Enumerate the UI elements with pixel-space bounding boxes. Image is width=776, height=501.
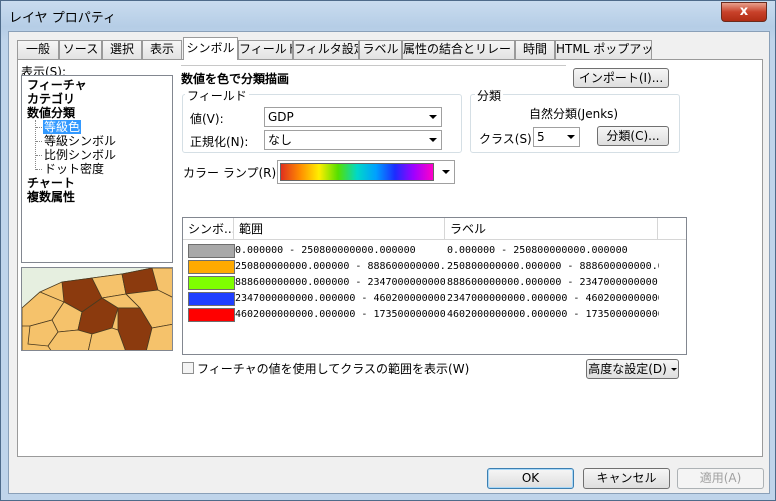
tree-connector (36, 127, 42, 128)
range-cell[interactable]: 250800000000.000000 - 888600000000.00 (235, 260, 445, 274)
class-symbol-swatch[interactable] (188, 308, 235, 322)
advanced-button[interactable]: 高度な設定(D) (586, 359, 679, 379)
table-row[interactable]: 2347000000000.000000 - 4602000000000. 234… (183, 291, 686, 307)
label-cell[interactable]: 4602000000000.000000 - 17350000000000 (447, 308, 659, 322)
dialog-client: 一般 ソース 選択 表示 シンボル フィールド フィルタ設定 ラベル 属性の結合… (8, 31, 770, 494)
value-label: 値(V): (190, 112, 224, 126)
column-header-range[interactable]: 範囲 (234, 218, 445, 240)
classify-button[interactable]: 分類(C)... (597, 126, 669, 146)
color-ramp-swatch (280, 163, 434, 181)
tab-time[interactable]: 時間 (515, 40, 555, 59)
tab-labels[interactable]: ラベル (359, 40, 402, 59)
tab-html-popup[interactable]: HTML ポップアップ (555, 40, 652, 59)
tree-item-quantities[interactable]: 数値分類 (27, 106, 75, 120)
class-symbol-swatch[interactable] (188, 260, 235, 274)
chevron-down-icon (442, 170, 450, 174)
tab-general[interactable]: 一般 (17, 40, 59, 59)
cancel-button[interactable]: キャンセル (583, 468, 670, 489)
tree-connector (36, 141, 42, 142)
normalization-field-select[interactable]: なし (264, 130, 442, 150)
table-row[interactable]: 888600000000.000000 - 2347000000000.0 888… (183, 275, 686, 291)
tree-item-graduated-colors[interactable]: 等級色 (43, 120, 82, 134)
classes-count-text: 5 (537, 130, 545, 144)
tree-connector (36, 169, 42, 170)
chevron-down-icon (567, 135, 575, 139)
classification-method: 自然分類(Jenks) (529, 107, 619, 121)
tab-definition-query[interactable]: フィルタ設定 (293, 40, 359, 59)
advanced-button-label: 高度な設定(D) (588, 362, 667, 376)
tree-item-categories[interactable]: カテゴリ (27, 92, 75, 106)
import-button[interactable]: インポート(I)... (573, 68, 669, 88)
tree-item-proportional-symbols[interactable]: 比例シンボル (44, 148, 116, 162)
label-cell[interactable]: 2347000000000.000000 - 4602000000000. (447, 292, 659, 306)
show-feature-values-label[interactable]: フィーチャの値を使用してクラスの範囲を表示(W) (197, 360, 469, 377)
range-cell[interactable]: 888600000000.000000 - 2347000000000.0 (235, 276, 445, 290)
label-cell[interactable]: 250800000000.000000 - 888600000000.00 (447, 260, 659, 274)
show-feature-values-checkbox[interactable] (182, 362, 194, 374)
value-field-select[interactable]: GDP (264, 107, 442, 127)
close-button[interactable]: x (721, 2, 767, 22)
tab-symbology[interactable]: シンボル (183, 37, 238, 60)
classes-label: クラス(S): (479, 132, 536, 146)
range-cell[interactable]: 4602000000000.000000 - 17350000000000 (235, 308, 445, 322)
ok-button[interactable]: OK (487, 468, 574, 489)
renderer-tree: フィーチャ カテゴリ 数値分類 等級色 等級シンボル 比例シンボル ドット密度 … (21, 75, 173, 263)
table-row[interactable]: 4602000000000.000000 - 17350000000000 460… (183, 307, 686, 323)
tree-item-graduated-symbols[interactable]: 等級シンボル (44, 134, 116, 148)
color-ramp-label: カラー ランプ(R): (183, 166, 281, 180)
symbology-preview-map (21, 267, 173, 351)
window-title: レイヤ プロパティ (9, 11, 116, 26)
label-cell[interactable]: 888600000000.000000 - 2347000000000.0 (447, 276, 659, 290)
fields-group-label: フィールド (185, 87, 249, 104)
column-header-label[interactable]: ラベル (445, 218, 658, 240)
tab-display[interactable]: 表示 (142, 40, 182, 59)
range-cell[interactable]: 0.000000 - 250800000000.000000 (235, 244, 445, 258)
table-row[interactable]: 250800000000.000000 - 888600000000.00 250… (183, 259, 686, 275)
tab-joins-relates[interactable]: 属性の結合とリレート (402, 40, 515, 59)
classes-count-select[interactable]: 5 (533, 127, 580, 147)
chevron-down-icon (670, 368, 677, 371)
tree-item-features[interactable]: フィーチャ (27, 78, 87, 92)
label-cell[interactable]: 0.000000 - 250800000000.000000 (447, 244, 659, 258)
table-row[interactable]: 0.000000 - 250800000000.000000 0.000000 -… (183, 243, 686, 259)
class-breaks-table: シンボ... 範囲 ラベル 0.000000 - 250800000000.00… (182, 217, 687, 355)
class-symbol-swatch[interactable] (188, 292, 235, 306)
classification-group-label: 分類 (475, 87, 504, 104)
chevron-down-icon (429, 115, 437, 119)
column-header-filler (658, 218, 686, 240)
normalization-label: 正規化(N): (190, 135, 249, 149)
color-ramp-select[interactable] (277, 160, 455, 184)
title-bar[interactable]: レイヤ プロパティ x (1, 1, 776, 31)
tab-source[interactable]: ソース (59, 40, 102, 59)
header-divider (181, 65, 566, 66)
tree-connector (36, 155, 42, 156)
layer-properties-window: レイヤ プロパティ x 一般 ソース 選択 表示 シンボル フィールド フィルタ… (0, 0, 776, 501)
tree-item-charts[interactable]: チャート (27, 176, 75, 190)
range-cell[interactable]: 2347000000000.000000 - 4602000000000. (235, 292, 445, 306)
value-field-text: GDP (268, 110, 294, 124)
column-header-symbol[interactable]: シンボ... (183, 218, 234, 240)
class-symbol-swatch[interactable] (188, 244, 235, 258)
tree-item-dot-density[interactable]: ドット密度 (44, 162, 104, 176)
normalization-field-text: なし (268, 133, 293, 147)
tab-fields[interactable]: フィールド (238, 40, 293, 59)
apply-button[interactable]: 適用(A) (677, 468, 764, 489)
tree-item-multiple-attributes[interactable]: 複数属性 (27, 190, 75, 204)
symbology-panel: 表示(S): フィーチャ カテゴリ 数値分類 等級色 等級シンボル 比例シンボル… (17, 59, 763, 457)
renderer-title: 数値を色で分類描画 (181, 72, 290, 86)
tab-selection[interactable]: 選択 (102, 40, 142, 59)
chevron-down-icon (429, 138, 437, 142)
class-symbol-swatch[interactable] (188, 276, 235, 290)
